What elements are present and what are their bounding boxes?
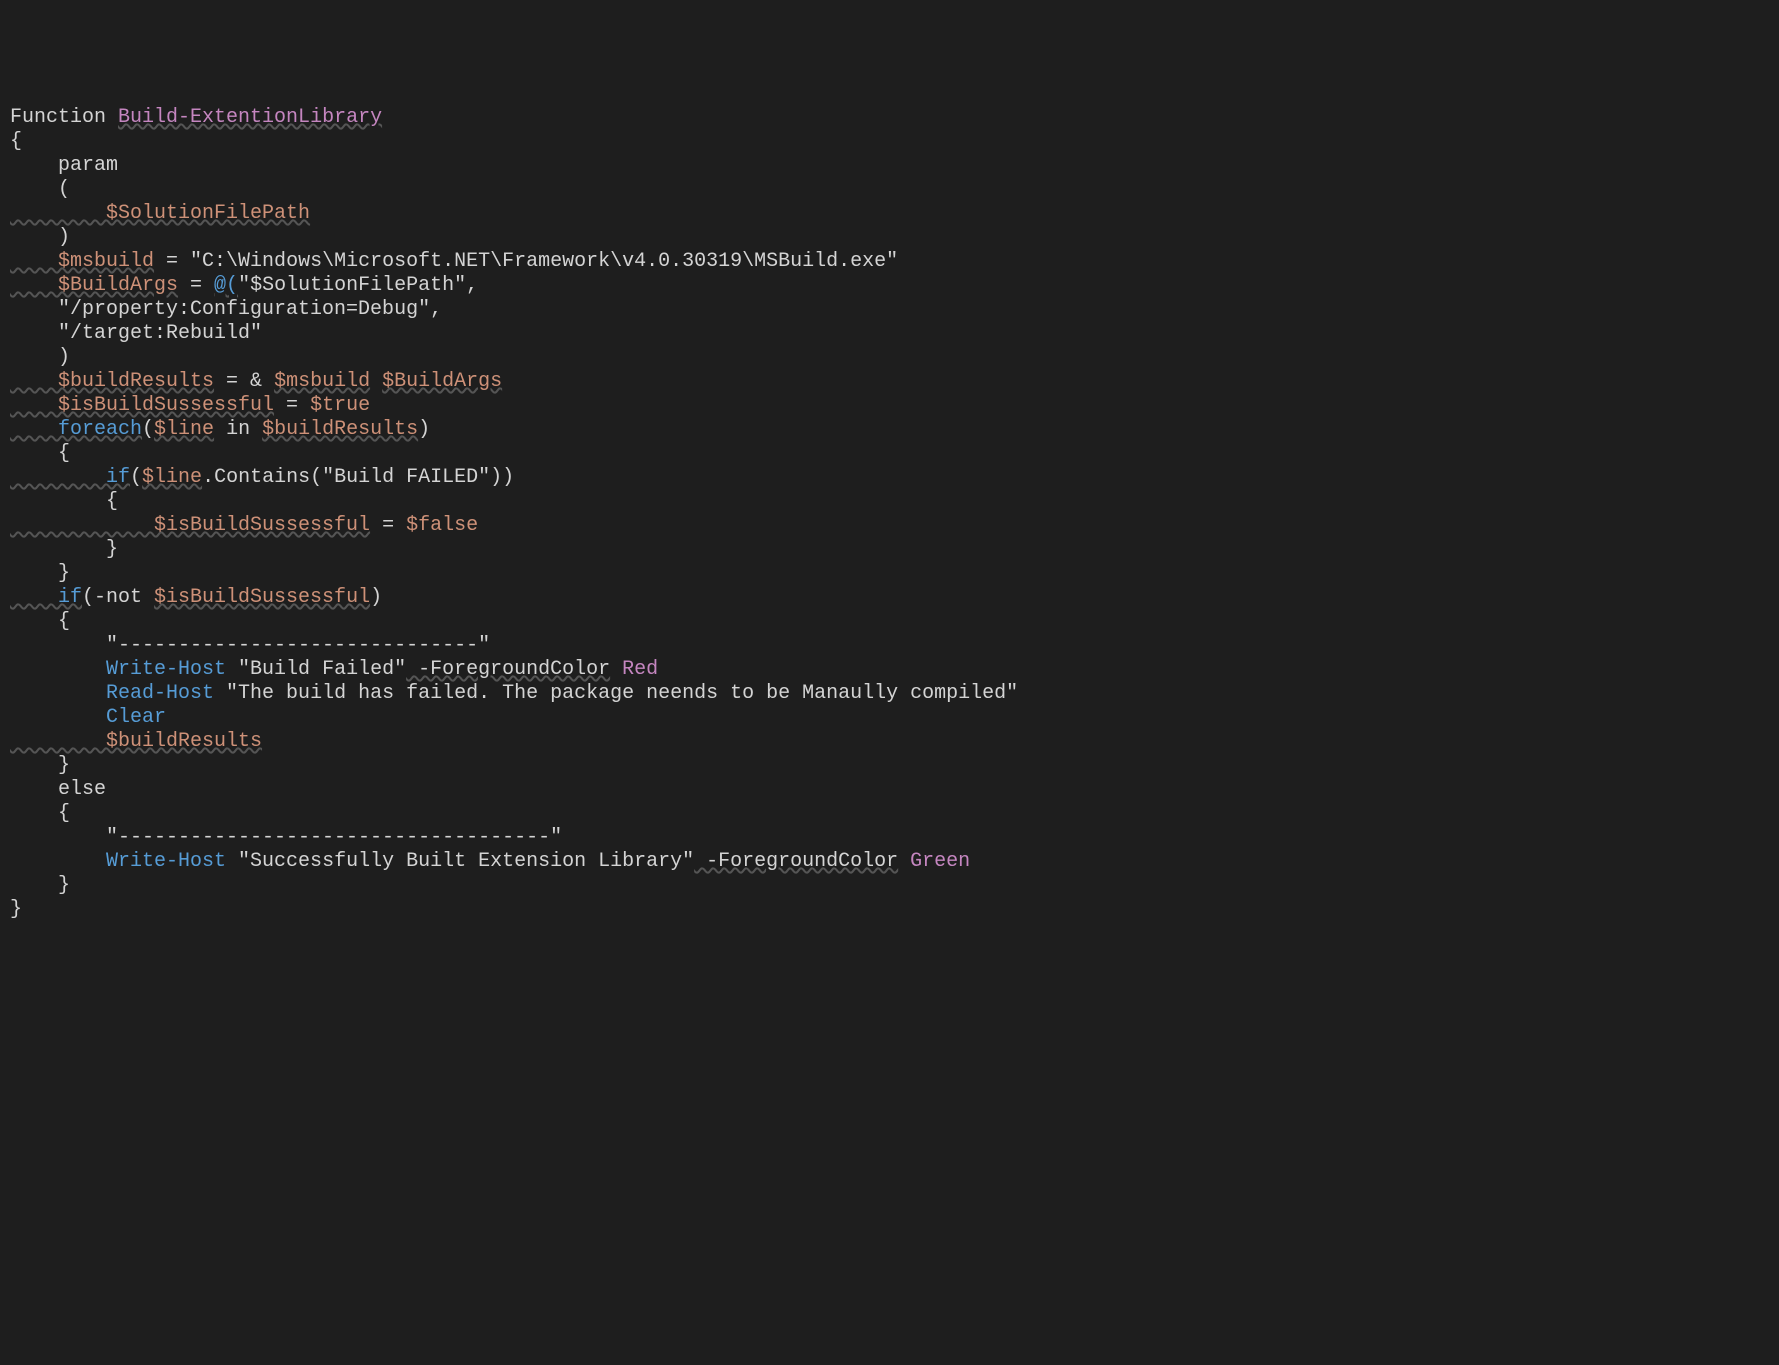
operator: = xyxy=(274,394,310,417)
code-line: { xyxy=(10,490,1769,514)
variable: $line xyxy=(142,466,202,489)
keyword-function: Function xyxy=(10,106,106,129)
variable: $line xyxy=(154,418,214,441)
code-line: ) xyxy=(10,226,1769,250)
space xyxy=(370,370,382,393)
code-line: $msbuild = "C:\Windows\Microsoft.NET\Fra… xyxy=(10,250,1769,274)
color-red: Red xyxy=(610,658,658,681)
code-line: $buildResults xyxy=(10,730,1769,754)
code-line: Write-Host "Successfully Built Extension… xyxy=(10,850,1769,874)
cmdlet-write-host: Write-Host xyxy=(10,850,226,873)
variable: $isBuildSussessful xyxy=(10,394,274,417)
variable: $isBuildSussessful xyxy=(154,586,370,609)
code-line: "------------------------------------" xyxy=(10,826,1769,850)
string-literal: "C:\Windows\Microsoft.NET\Framework\v4.0… xyxy=(190,250,898,273)
code-line: else xyxy=(10,778,1769,802)
code-line: $isBuildSussessful = $false xyxy=(10,514,1769,538)
code-line: } xyxy=(10,874,1769,898)
variable: $buildResults xyxy=(10,370,214,393)
keyword-if: if xyxy=(10,466,130,489)
variable: $BuildArgs xyxy=(10,274,178,297)
variable: $BuildArgs xyxy=(382,370,502,393)
string-literal: "/property:Configuration=Debug" xyxy=(10,298,430,321)
color-green: Green xyxy=(898,850,970,873)
code-line: } xyxy=(10,754,1769,778)
code-line: { xyxy=(10,130,1769,154)
paren-not: (-not xyxy=(82,586,154,609)
variable: $SolutionFilePath xyxy=(10,202,310,225)
string-literal: "------------------------------------" xyxy=(10,826,562,849)
code-line: Clear xyxy=(10,706,1769,730)
paren: ) xyxy=(370,586,382,609)
paren: ) xyxy=(418,418,430,441)
code-line: $buildResults = & $msbuild $BuildArgs xyxy=(10,370,1769,394)
boolean-false: $false xyxy=(406,514,478,537)
code-line: } xyxy=(10,538,1769,562)
code-line: if(-not $isBuildSussessful) xyxy=(10,586,1769,610)
code-line: $isBuildSussessful = $true xyxy=(10,394,1769,418)
code-line: $BuildArgs = @("$SolutionFilePath", xyxy=(10,274,1769,298)
keyword-if: if xyxy=(10,586,82,609)
string-literal: "------------------------------" xyxy=(10,634,490,657)
string-literal: "Build Failed" xyxy=(226,658,406,681)
code-line: $SolutionFilePath xyxy=(10,202,1769,226)
code-line: param xyxy=(10,154,1769,178)
paren: ( xyxy=(130,466,142,489)
variable: $buildResults xyxy=(262,418,418,441)
variable: $msbuild xyxy=(274,370,370,393)
boolean-true: $true xyxy=(310,394,370,417)
keyword-foreach: foreach xyxy=(10,418,142,441)
code-line: foreach($line in $buildResults) xyxy=(10,418,1769,442)
paren: )) xyxy=(490,466,514,489)
code-line: ) xyxy=(10,346,1769,370)
keyword-in: in xyxy=(214,418,262,441)
code-line: "------------------------------" xyxy=(10,634,1769,658)
string-literal: "Successfully Built Extension Library" xyxy=(226,850,694,873)
cmdlet-read-host: Read-Host xyxy=(10,682,214,705)
param-foregroundcolor: -ForegroundColor xyxy=(406,658,610,681)
code-line: "/property:Configuration=Debug", xyxy=(10,298,1769,322)
variable: $isBuildSussessful xyxy=(10,514,370,537)
code-line: ( xyxy=(10,178,1769,202)
keyword-param: param xyxy=(10,154,118,177)
code-line: { xyxy=(10,610,1769,634)
code-editor[interactable]: Function Build-ExtentionLibrary{ param (… xyxy=(10,106,1769,922)
code-line: { xyxy=(10,802,1769,826)
code-line: "/target:Rebuild" xyxy=(10,322,1769,346)
operator: = xyxy=(154,250,190,273)
operator: = xyxy=(178,274,214,297)
code-line: Function Build-ExtentionLibrary xyxy=(10,106,1769,130)
comma: , xyxy=(466,274,478,297)
operator: = xyxy=(370,514,406,537)
string-literal: "The build has failed. The package neend… xyxy=(214,682,1018,705)
cmdlet-write-host: Write-Host xyxy=(10,658,226,681)
variable: $buildResults xyxy=(10,730,262,753)
paren: ( xyxy=(142,418,154,441)
param-foregroundcolor: -ForegroundColor xyxy=(694,850,898,873)
code-line: Write-Host "Build Failed" -ForegroundCol… xyxy=(10,658,1769,682)
code-line: Read-Host "The build has failed. The pac… xyxy=(10,682,1769,706)
string-literal: "/target:Rebuild" xyxy=(10,322,262,345)
array-operator: @( xyxy=(214,274,238,297)
cmdlet-clear: Clear xyxy=(10,706,166,729)
operator: = & xyxy=(214,370,274,393)
string-literal: "Build FAILED" xyxy=(322,466,490,489)
code-line: } xyxy=(10,562,1769,586)
code-line: } xyxy=(10,898,1769,922)
function-name: Build-ExtentionLibrary xyxy=(118,106,382,129)
code-line: if($line.Contains("Build FAILED")) xyxy=(10,466,1769,490)
comma: , xyxy=(430,298,442,321)
string-literal: "$SolutionFilePath" xyxy=(238,274,466,297)
method-call: .Contains( xyxy=(202,466,322,489)
code-line: { xyxy=(10,442,1769,466)
variable: $msbuild xyxy=(10,250,154,273)
